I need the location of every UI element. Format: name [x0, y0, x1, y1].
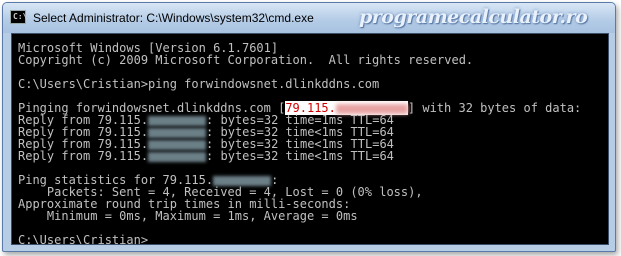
- title-bar[interactable]: C:\ Select Administrator: C:\Windows\sys…: [3, 3, 615, 33]
- cmd-window: C:\ Select Administrator: C:\Windows\sys…: [2, 2, 616, 252]
- redacted-ip: [335, 103, 408, 114]
- console-line: C:\Users\Cristian>ping forwindowsnet.dli…: [18, 77, 380, 91]
- redacted-ip: [148, 151, 207, 162]
- redacted-ip: [148, 139, 207, 150]
- reply-line: Reply from 79.115.: bytes=32 time<1ms TT…: [18, 149, 394, 163]
- console-line: Copyright (c) 2009 Microsoft Corporation…: [18, 53, 474, 67]
- redacted-ip: [148, 115, 207, 126]
- console-output[interactable]: Microsoft Windows [Version 6.1.7601] Cop…: [11, 33, 609, 245]
- redacted-ip: [148, 127, 207, 138]
- cmd-icon[interactable]: C:\: [10, 10, 27, 24]
- redacted-ip: [213, 175, 272, 186]
- window-title: Select Administrator: C:\Windows\system3…: [33, 11, 314, 25]
- prompt-line[interactable]: C:\Users\Cristian>: [18, 234, 148, 244]
- watermark-logo: programecalculator.ro: [359, 6, 588, 28]
- console-line: Minimum = 0ms, Maximum = 1ms, Average = …: [18, 209, 358, 223]
